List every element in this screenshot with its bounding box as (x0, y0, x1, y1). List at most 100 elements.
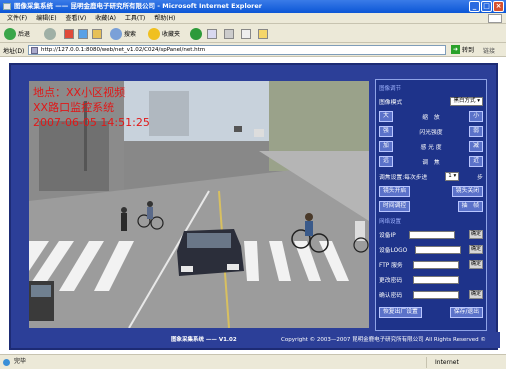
time-sync-button[interactable]: 时间调控 (379, 201, 411, 212)
device-logo-input[interactable] (415, 245, 462, 254)
footer-app-name: 图象采集系统 —— V1.02 (171, 337, 237, 343)
confirm-password-input[interactable] (412, 290, 459, 299)
focus-far-button[interactable]: 远 (379, 156, 393, 167)
ie-icon (3, 3, 11, 10)
edit-icon (241, 28, 251, 39)
page-content: 地点：XX小区视频 XX路口监控系统 2007-06-05 14:51:25 图… (0, 57, 506, 354)
menu-favorites[interactable]: 收藏(A) (95, 15, 116, 22)
minimize-button[interactable]: _ (469, 1, 480, 12)
stop-button[interactable] (64, 27, 74, 40)
home-button[interactable] (92, 27, 102, 40)
media-icon (190, 27, 202, 40)
sensitivity-label: 感 光 度 (420, 145, 442, 151)
flash-weak-button[interactable]: 弱 (469, 126, 483, 137)
lens-open-button[interactable]: 镜头开启 (379, 186, 411, 197)
stop-icon (64, 28, 74, 39)
favorites-button[interactable]: 收藏夹 (148, 27, 180, 40)
mail-button[interactable] (207, 27, 217, 40)
window-title: 图像采集系统 —— 昆明金鹿电子研究所有限公司 - Microsoft Inte… (14, 2, 262, 10)
address-label: 地址(D) (3, 48, 25, 55)
focus-step-select[interactable]: 1 ▾ (445, 172, 460, 181)
menu-view[interactable]: 查看(V) (65, 15, 86, 22)
save-exit-button[interactable]: 保存/退出 (449, 307, 483, 318)
window-title-bar: 图像采集系统 —— 昆明金鹿电子研究所有限公司 - Microsoft Inte… (0, 0, 506, 13)
sensitivity-plus-button[interactable]: 加 (379, 141, 393, 152)
back-button[interactable]: 后退 (4, 27, 30, 40)
device-ip-ok-button[interactable]: 确定 (468, 230, 483, 239)
maximize-button[interactable]: □ (481, 1, 492, 12)
menu-help[interactable]: 帮助(H) (154, 15, 175, 22)
confirm-password-label: 确认密码 (379, 293, 403, 299)
menu-tools[interactable]: 工具(T) (125, 15, 145, 22)
zoom-row: 大 缩 放 小 (379, 109, 483, 124)
focus-near-button[interactable]: 近 (469, 156, 483, 167)
sensitivity-minus-button[interactable]: 减 (469, 141, 483, 152)
device-logo-label: 设备LOGO (379, 248, 408, 254)
ftp-input[interactable] (412, 260, 459, 269)
app-footer: 图象采集系统 —— V1.02 Copyright © 2003—2007 昆明… (11, 332, 500, 348)
refresh-icon (78, 28, 88, 39)
image-mode-row: 图像模式 黑白方式 ▾ (379, 94, 483, 109)
menu-edit[interactable]: 编辑(E) (36, 15, 56, 22)
go-button[interactable]: ➜ 转到 (451, 45, 474, 54)
flash-strong-button[interactable]: 强 (379, 126, 393, 137)
folder-button[interactable] (258, 27, 268, 40)
left-building-shadow (39, 121, 109, 191)
refresh-button[interactable] (78, 27, 88, 40)
focus-step-unit: 步 (477, 175, 483, 181)
menu-file[interactable]: 文件(F) (7, 15, 27, 22)
change-password-input[interactable] (412, 275, 459, 284)
star-icon (148, 27, 160, 40)
image-mode-select[interactable]: 黑白方式 ▾ (450, 97, 483, 106)
flash-row: 强 闪光强度 弱 (379, 124, 483, 139)
network-settings-heading: 网络设置 (379, 219, 402, 225)
change-password-row: 更改密码 (379, 272, 483, 287)
print-button[interactable] (224, 27, 234, 40)
zoom-in-button[interactable]: 大 (379, 111, 393, 122)
status-bar: 完毕 Internet (0, 354, 506, 369)
bottom-buttons-row: 恢复出厂设置 保存/退出 (379, 305, 483, 320)
focus-label: 调 焦 (422, 160, 440, 166)
capture-button[interactable]: 抽 帧 (457, 201, 483, 212)
device-ip-row: 设备IP 确定 (379, 227, 483, 242)
confirm-password-row: 确认密码 确定 (379, 287, 483, 302)
lens-close-button[interactable]: 镜头关闭 (451, 186, 483, 197)
address-input[interactable]: http://127.0.0.1:8080/web/net_v1.02/C024… (28, 45, 446, 55)
pedestrian (121, 207, 127, 231)
device-logo-row: 设备LOGO 确定 (379, 242, 483, 257)
lens-row: 镜头开启 镜头关闭 (379, 184, 483, 199)
forward-button[interactable] (44, 27, 56, 40)
zoom-out-button[interactable]: 小 (469, 111, 483, 122)
links-button[interactable]: 链接 (483, 46, 495, 55)
zoom-label: 缩 放 (422, 115, 440, 121)
ftp-ok-button[interactable]: 确定 (468, 260, 483, 269)
close-button[interactable]: × (493, 1, 504, 12)
edit-button[interactable] (241, 27, 251, 40)
security-zone: Internet (426, 357, 459, 368)
car-center (177, 229, 244, 276)
windows-flag-icon (488, 14, 502, 23)
footer-copyright: Copyright © 2003—2007 昆明金鹿电子研究所有限公司 All … (281, 337, 486, 343)
confirm-password-ok-button[interactable]: 确定 (468, 290, 483, 299)
device-logo-ok-button[interactable]: 确定 (468, 245, 483, 254)
sensitivity-row: 加 感 光 度 减 (379, 139, 483, 154)
folder-icon (258, 28, 268, 39)
focus-step-row: 调焦设置:每次步进 1 ▾ 步 (379, 169, 483, 184)
back-arrow-icon (4, 27, 16, 40)
page-icon (31, 47, 38, 54)
search-icon (110, 27, 122, 40)
toolbar: 后退 搜索 收藏夹 (0, 24, 506, 43)
print-icon (224, 28, 234, 39)
menu-bar: 文件(F) 编辑(E) 查看(V) 收藏(A) 工具(T) 帮助(H) (0, 13, 506, 24)
video-pane: 地点：XX小区视频 XX路口监控系统 2007-06-05 14:51:25 (29, 81, 369, 328)
search-button[interactable]: 搜索 (110, 27, 136, 40)
focus-row: 远 调 焦 近 (379, 154, 483, 169)
far-building (149, 91, 189, 136)
device-ip-input[interactable] (409, 230, 456, 239)
change-password-label: 更改密码 (379, 278, 403, 284)
media-button[interactable] (190, 27, 202, 40)
flash-label: 闪光强度 (419, 130, 443, 136)
restore-defaults-button[interactable]: 恢复出厂设置 (379, 307, 422, 318)
ftp-row: FTP 服务 确定 (379, 257, 483, 272)
video-overlay-timestamp: 2007-06-05 14:51:25 (33, 116, 150, 129)
